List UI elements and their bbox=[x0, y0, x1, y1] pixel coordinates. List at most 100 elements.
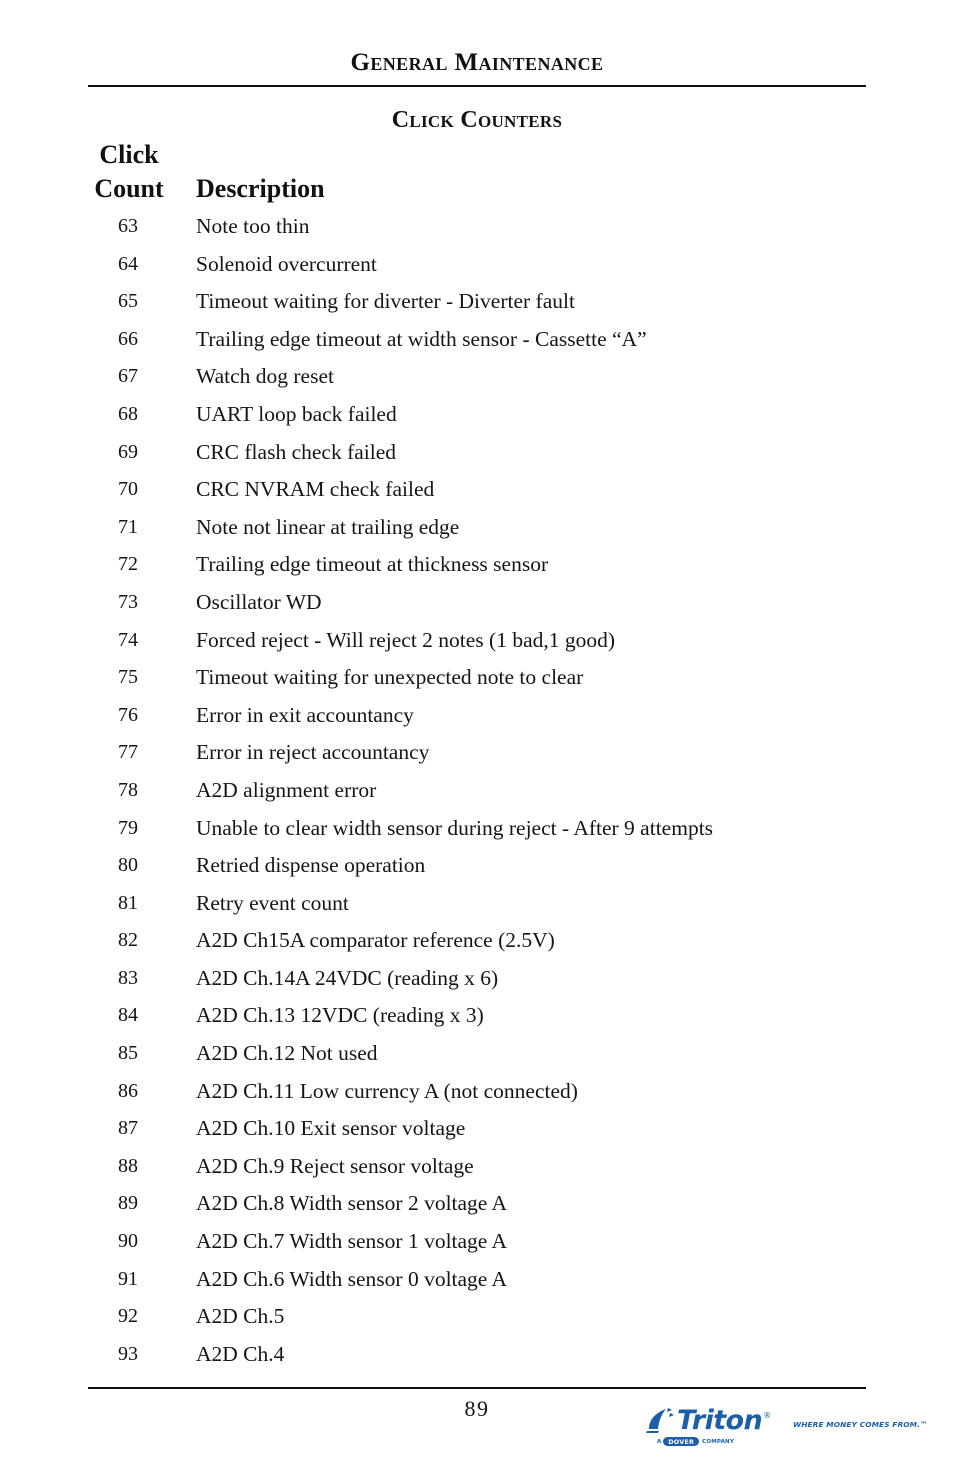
table-row: 82 A2D Ch15A comparator reference (2.5V) bbox=[0, 930, 954, 968]
click-count-description: Retry event count bbox=[196, 890, 349, 915]
click-count-description: A2D Ch.5 bbox=[196, 1304, 285, 1329]
click-count-value: 77 bbox=[118, 741, 138, 764]
column-header-description: Description bbox=[196, 174, 325, 203]
table-row: 72 Trailing edge timeout at thickness sen… bbox=[0, 554, 954, 592]
click-count-description: A2D Ch.6 Width sensor 0 voltage A bbox=[196, 1266, 508, 1291]
click-count-value: 75 bbox=[118, 666, 138, 689]
table-row: 73 Oscillator WD bbox=[0, 589, 954, 630]
table-row: 69 CRC flash check failed bbox=[0, 439, 954, 480]
click-count-value: 90 bbox=[118, 1230, 138, 1253]
click-count-description: Trailing edge timeout at width sensor - … bbox=[196, 326, 647, 351]
click-count-description: CRC NVRAM check failed bbox=[196, 477, 435, 502]
table-row: 83 A2D Ch.14A 24VDC (reading x 6) bbox=[0, 965, 954, 1006]
click-count-description: Timeout waiting for diverter - Diverter … bbox=[196, 289, 575, 314]
click-counter-table: 63 Note too thin 64 Solenoid overcurrent 65 T… bbox=[0, 214, 954, 1382]
click-count-description: A2D Ch.11 Low currency A (not connected) bbox=[196, 1078, 578, 1103]
click-count-value: 71 bbox=[118, 515, 138, 538]
click-count-value: 88 bbox=[118, 1154, 138, 1177]
click-count-value: 89 bbox=[118, 1192, 138, 1215]
table-row: 86 A2D Ch.11 Low currency A (not connecte… bbox=[0, 1078, 954, 1119]
click-count-value: 73 bbox=[118, 590, 138, 613]
header-divider-rule bbox=[88, 85, 866, 87]
table-row: 66 Trailing edge timeout at width sensor … bbox=[0, 326, 954, 367]
table-row: 93 A2D Ch.4 bbox=[0, 1341, 954, 1382]
click-count-value: 92 bbox=[118, 1305, 138, 1328]
running-header-title: General Maintenance bbox=[350, 49, 604, 76]
click-count-description: A2D alignment error bbox=[196, 777, 377, 802]
table-row: 88 A2D Ch.9 Reject sensor voltage bbox=[0, 1154, 954, 1194]
click-count-description: A2D Ch15A comparator reference (2.5V) bbox=[196, 928, 555, 953]
click-count-description: Timeout waiting for unexpected note to c… bbox=[196, 665, 584, 690]
click-count-value: 82 bbox=[118, 929, 138, 952]
click-count-value: 64 bbox=[118, 252, 138, 275]
table-row: 75 Timeout waiting for unexpected note to… bbox=[0, 667, 954, 705]
table-row: 78 A2D alignment error bbox=[0, 777, 954, 818]
click-count-value: 83 bbox=[118, 966, 138, 989]
triton-wordmark: Triton bbox=[677, 1405, 763, 1436]
table-row: 79 Unable to clear width sensor during re… bbox=[0, 815, 954, 856]
click-count-value: 84 bbox=[118, 1004, 138, 1027]
table-row: 91 A2D Ch.6 Width sensor 0 voltage A bbox=[0, 1266, 954, 1307]
click-count-value: 65 bbox=[118, 290, 138, 313]
dover-company-line: A DOVER COMPANY bbox=[657, 1437, 734, 1446]
click-count-description: A2D Ch.12 Not used bbox=[196, 1041, 378, 1066]
triton-logo-main: Triton ® bbox=[645, 1404, 772, 1436]
click-count-description: Unable to clear width sensor during reje… bbox=[196, 815, 714, 840]
click-count-description: CRC flash check failed bbox=[196, 439, 397, 464]
table-row: 65 Timeout waiting for diverter - Diverte… bbox=[0, 291, 954, 329]
table-row: 70 CRC NVRAM check failed bbox=[0, 479, 954, 517]
dover-badge: DOVER bbox=[663, 1437, 700, 1446]
table-row: 90 A2D Ch.7 Width sensor 1 voltage A bbox=[0, 1231, 954, 1269]
table-row: 92 A2D Ch.5 bbox=[0, 1306, 954, 1344]
click-count-description: Trailing edge timeout at thickness senso… bbox=[196, 552, 549, 577]
click-count-value: 78 bbox=[118, 778, 138, 801]
table-row: 64 Solenoid overcurrent bbox=[0, 251, 954, 292]
table-row: 74 Forced reject - Will reject 2 notes (1… bbox=[0, 627, 954, 668]
click-count-value: 72 bbox=[118, 553, 138, 576]
document-page: General Maintenance Click Counters Click… bbox=[0, 0, 954, 1475]
click-count-description: A2D Ch.10 Exit sensor voltage bbox=[196, 1116, 466, 1141]
section-title: Click Counters bbox=[391, 107, 563, 133]
table-row: 68 UART loop back failed bbox=[0, 401, 954, 442]
table-row: 76 Error in exit accountancy bbox=[0, 703, 954, 743]
click-count-value: 66 bbox=[118, 327, 138, 350]
registered-trademark-mark: ® bbox=[763, 1411, 772, 1420]
click-count-description: Oscillator WD bbox=[196, 589, 322, 614]
dover-prefix: A bbox=[657, 1438, 662, 1445]
click-count-value: 76 bbox=[118, 703, 138, 726]
triton-tagline: WHERE MONEY COMES FROM.™ bbox=[793, 1420, 928, 1429]
click-count-description: A2D Ch.8 Width sensor 2 voltage A bbox=[196, 1191, 508, 1216]
click-count-value: 85 bbox=[118, 1042, 138, 1065]
table-row: 89 A2D Ch.8 Width sensor 2 voltage A bbox=[0, 1193, 954, 1231]
table-row: 84 A2D Ch.13 12VDC (reading x 3) bbox=[0, 1005, 954, 1043]
click-count-value: 81 bbox=[118, 891, 138, 914]
click-count-value: 70 bbox=[118, 478, 138, 501]
click-count-description: A2D Ch.4 bbox=[196, 1341, 285, 1366]
click-count-value: 67 bbox=[118, 365, 138, 388]
click-count-description: Forced reject - Will reject 2 notes (1 b… bbox=[196, 627, 616, 652]
click-count-value: 69 bbox=[118, 440, 138, 463]
table-row: 63 Note too thin bbox=[0, 214, 954, 254]
click-count-value: 79 bbox=[118, 816, 138, 839]
click-count-value: 74 bbox=[118, 628, 138, 651]
table-row: 81 Retry event count bbox=[0, 890, 954, 931]
click-count-value: 91 bbox=[118, 1267, 138, 1290]
table-row: 80 Retried dispense operation bbox=[0, 855, 954, 893]
click-count-value: 86 bbox=[118, 1079, 138, 1102]
triton-logo: Triton ® WHERE MONEY COMES FROM.™ A DOVE… bbox=[645, 1404, 927, 1456]
footer-divider-rule bbox=[88, 1387, 866, 1389]
click-count-description: A2D Ch.13 12VDC (reading x 3) bbox=[196, 1003, 484, 1028]
click-count-value: 68 bbox=[118, 402, 138, 425]
click-count-description: UART loop back failed bbox=[196, 401, 397, 426]
click-count-description: A2D Ch.14A 24VDC (reading x 6) bbox=[196, 965, 499, 990]
click-count-description: Solenoid overcurrent bbox=[196, 251, 377, 276]
table-row: 77 Error in reject accountancy bbox=[0, 742, 954, 780]
click-count-description: A2D Ch.7 Width sensor 1 voltage A bbox=[196, 1229, 508, 1254]
click-count-description: Retried dispense operation bbox=[196, 853, 426, 878]
column-header-click: Click bbox=[99, 140, 159, 169]
click-count-value: 87 bbox=[118, 1117, 138, 1140]
triton-swoosh-icon bbox=[646, 1408, 674, 1433]
click-count-value: 93 bbox=[118, 1342, 138, 1365]
dover-suffix: COMPANY bbox=[702, 1438, 735, 1445]
click-count-description: Note too thin bbox=[196, 214, 310, 238]
